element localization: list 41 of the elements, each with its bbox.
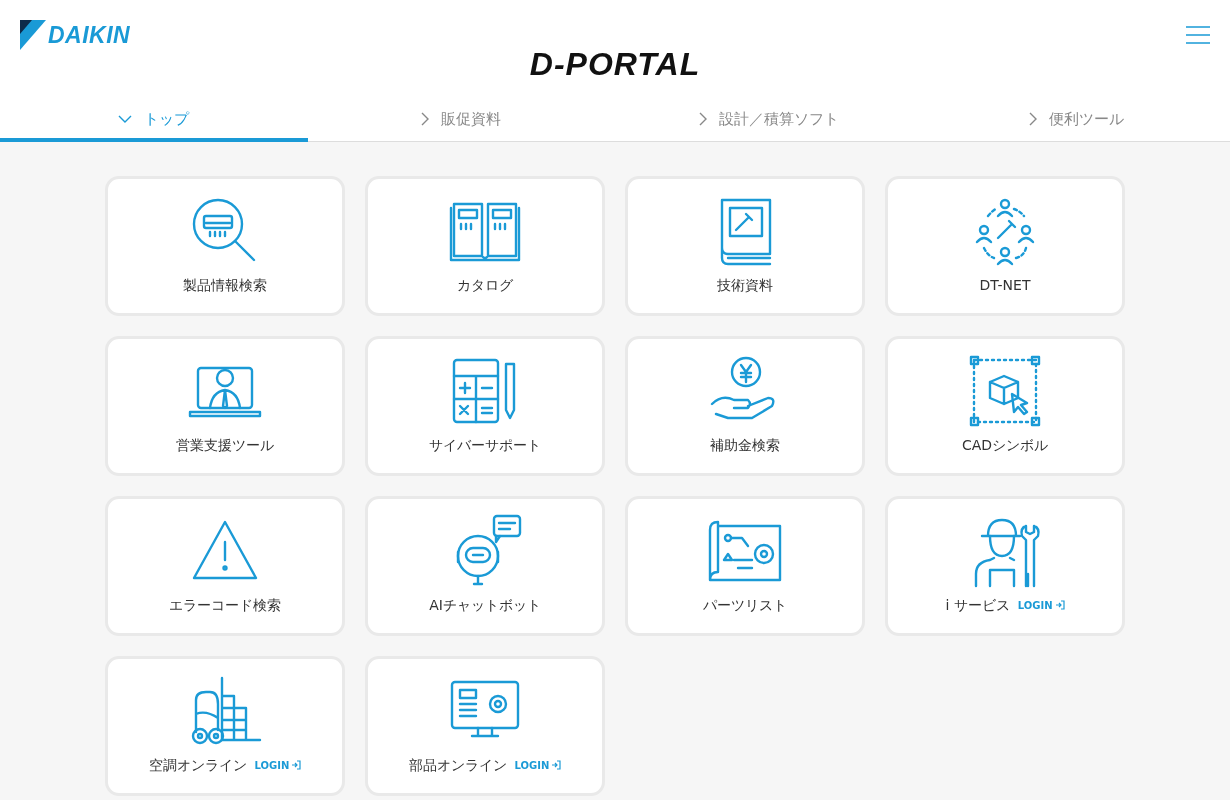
menu-tile[interactable]: カタログ (365, 176, 605, 316)
chevron-icon (698, 112, 707, 126)
login-arrow-icon (1054, 600, 1065, 611)
menu-tile[interactable]: AIチャットボット (365, 496, 605, 636)
tile-label: 部品オンライン (408, 757, 507, 773)
cad-symbol-icon (968, 353, 1042, 428)
nav-tab[interactable]: 販促資料 (307, 100, 615, 142)
tile-label: エラーコード検索 (169, 597, 281, 613)
tile-label: 補助金検索 (710, 437, 780, 453)
menu-tile[interactable]: エラーコード検索 (105, 496, 345, 636)
tile-label: 空調オンライン (148, 757, 247, 773)
menu-tile[interactable]: 空調オンライン LOGIN (105, 656, 345, 796)
menu-tile[interactable]: 補助金検索 (625, 336, 865, 476)
tile-label: 営業支援ツール (176, 437, 274, 453)
tile-label: i サービス (945, 597, 1010, 613)
nav-tab[interactable]: 設計／積算ソフト (615, 100, 923, 142)
chevron-icon (1028, 112, 1037, 126)
login-arrow-icon (291, 760, 302, 771)
portal-title: D-PORTAL (529, 45, 701, 80)
tile-label: サイバーサポート (429, 437, 541, 453)
logo-triangle-icon (20, 20, 46, 50)
tile-label: 技術資料 (717, 277, 773, 293)
menu-tile[interactable]: CADシンボル (885, 336, 1125, 476)
tile-label: CADシンボル (961, 437, 1049, 453)
menu-tile[interactable]: DT-NET (885, 176, 1125, 316)
tile-label: パーツリスト (703, 597, 787, 613)
chevron-icon (421, 112, 430, 126)
menu-tile[interactable]: i サービス LOGIN (885, 496, 1125, 636)
tile-label: 製品情報検索 (183, 277, 267, 293)
menu-tile[interactable]: 技術資料 (625, 176, 865, 316)
menu-tile[interactable]: サイバーサポート (365, 336, 605, 476)
chevron-icon (118, 114, 133, 124)
nav-tab[interactable]: 便利ツール (922, 100, 1230, 142)
tile-label: AIチャットボット (429, 597, 541, 613)
tile-label: カタログ (457, 277, 513, 293)
menu-tile[interactable]: 部品オンライン LOGIN (365, 656, 605, 796)
tile-label: DT-NET (979, 277, 1031, 293)
menu-tile[interactable]: 製品情報検索 (105, 176, 345, 316)
menu-tile[interactable]: パーツリスト (625, 496, 865, 636)
login-arrow-icon (551, 760, 562, 771)
menu-tile[interactable]: 営業支援ツール (105, 336, 345, 476)
